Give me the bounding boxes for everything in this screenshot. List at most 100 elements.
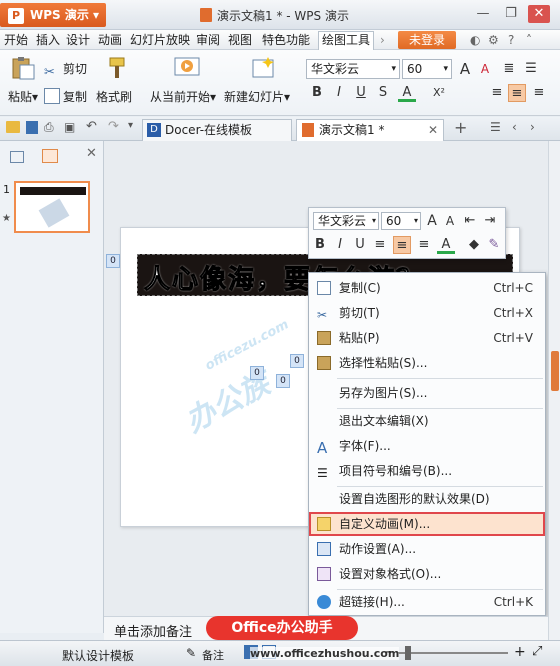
login-button[interactable]: 未登录	[398, 31, 456, 49]
save-icon[interactable]	[26, 121, 38, 134]
tab-presentation[interactable]: 演示文稿1 * ✕	[296, 119, 444, 141]
clear-format-icon[interactable]: ≣	[500, 60, 518, 78]
redo-icon[interactable]: ↷	[108, 119, 119, 134]
selection-handle[interactable]: 0	[250, 366, 264, 380]
shrink-font-icon[interactable]: A	[441, 212, 459, 230]
notes-icon[interactable]: ✎	[186, 646, 196, 660]
menu-design[interactable]: 设计	[66, 32, 90, 48]
more-menu-icon[interactable]: ›	[380, 32, 385, 48]
bold-icon[interactable]: B	[308, 84, 326, 102]
scrollbar-thumb[interactable]	[551, 351, 559, 391]
copy-button[interactable]: 复制	[44, 88, 87, 105]
align-left-icon[interactable]: ≡	[371, 236, 389, 254]
print-icon[interactable]: ⎙	[44, 120, 54, 135]
decrease-indent-icon[interactable]: ⇤	[461, 212, 479, 230]
underline-icon[interactable]: U	[352, 84, 370, 102]
menu-animation[interactable]: 动画	[98, 32, 122, 48]
menu-review[interactable]: 审阅	[196, 32, 220, 48]
play-from-current-button[interactable]: 从当前开始▾	[150, 88, 216, 105]
tab-scroll-left-icon[interactable]: ‹	[512, 120, 517, 134]
zoom-out-icon[interactable]: −	[384, 645, 395, 660]
new-tab-button[interactable]: +	[454, 118, 467, 137]
font-color-icon[interactable]: A	[437, 236, 455, 254]
bold-icon[interactable]: B	[311, 236, 329, 254]
paste-button[interactable]: 粘贴▾	[8, 88, 38, 105]
italic-icon[interactable]: I	[330, 84, 348, 102]
new-slide-button[interactable]: 新建幻灯片▾	[224, 88, 290, 105]
design-template-status[interactable]: 默认设计模板	[62, 647, 134, 664]
menu-item-action-settings[interactable]: 动作设置(A)...	[309, 537, 545, 561]
underline-icon[interactable]: U	[351, 236, 369, 254]
menu-item-custom-animation[interactable]: 自定义动画(M)...	[309, 512, 545, 536]
cut-button[interactable]: ✂ 剪切	[44, 60, 87, 81]
selection-handle[interactable]: 0	[106, 254, 120, 268]
maximize-button[interactable]: ❐	[500, 5, 522, 23]
format-painter-button[interactable]: 格式刷	[96, 88, 132, 105]
help-icon[interactable]: ?	[508, 32, 514, 48]
menu-item-exit-text-edit[interactable]: 退出文本编辑(X)	[309, 409, 545, 433]
fit-window-icon[interactable]: ⤢	[532, 644, 542, 659]
slide-thumbnail[interactable]	[14, 181, 90, 233]
superscript-icon[interactable]: X²	[430, 84, 448, 102]
slides-tab-icon[interactable]	[42, 149, 58, 163]
font-size-select[interactable]: 60 ▾	[402, 59, 452, 79]
zoom-slider[interactable]	[398, 652, 508, 654]
menu-item-paste[interactable]: 粘贴(P) Ctrl+V	[309, 326, 545, 350]
mini-font-select[interactable]: 华文彩云 ▾	[313, 212, 379, 230]
grow-font-icon[interactable]: A	[423, 212, 441, 230]
align-center-icon[interactable]: ≡	[393, 236, 411, 254]
menu-item-paste-special[interactable]: 选择性粘贴(S)...	[309, 351, 545, 375]
font-color-icon[interactable]: A	[398, 84, 416, 102]
grow-font-icon[interactable]: A	[456, 60, 474, 78]
mini-size-select[interactable]: 60 ▾	[381, 212, 421, 230]
menu-item-cut[interactable]: ✂ 剪切(T) Ctrl+X	[309, 301, 545, 325]
align-right-icon[interactable]: ≡	[415, 236, 433, 254]
tab-docer-templates[interactable]: D Docer-在线模板	[142, 119, 292, 141]
skin-icon[interactable]: ◐	[470, 32, 480, 48]
collapse-ribbon-icon[interactable]: ˄	[526, 32, 532, 48]
close-tab-icon[interactable]: ✕	[428, 120, 438, 140]
selection-handle[interactable]: 0	[276, 374, 290, 388]
menu-view[interactable]: 视图	[228, 32, 252, 48]
menu-slideshow[interactable]: 幻灯片放映	[130, 32, 190, 48]
vertical-scrollbar[interactable]	[548, 141, 560, 640]
list-view-icon[interactable]: ☰	[490, 120, 501, 134]
align-left-icon[interactable]: ≡	[488, 84, 506, 102]
menu-item-bullets[interactable]: ☰ 项目符号和编号(B)...	[309, 459, 545, 483]
menu-special[interactable]: 特色功能	[262, 32, 310, 48]
menu-item-copy[interactable]: 复制(C) Ctrl+C	[309, 276, 545, 300]
strikethrough-icon[interactable]: S	[374, 84, 392, 102]
undo-icon[interactable]: ↶	[86, 119, 97, 134]
print-preview-icon[interactable]: ▣	[64, 120, 75, 134]
app-menu-button[interactable]: P WPS 演示 ▾	[0, 3, 106, 27]
menu-item-font[interactable]: A 字体(F)...	[309, 434, 545, 458]
menu-item-save-as-picture[interactable]: 另存为图片(S)...	[309, 381, 545, 405]
zoom-slider-thumb[interactable]	[405, 646, 411, 660]
close-panel-icon[interactable]: ✕	[86, 146, 97, 161]
open-folder-icon[interactable]	[6, 121, 20, 133]
menu-item-default-shape-effect[interactable]: 设置自选图形的默认效果(D)	[309, 487, 545, 511]
tab-scroll-right-icon[interactable]: ›	[530, 120, 535, 134]
line-spacing-icon[interactable]: ☰	[522, 60, 540, 78]
font-name-select[interactable]: 华文彩云 ▾	[306, 59, 400, 79]
shrink-font-icon[interactable]: A	[476, 60, 494, 78]
zoom-in-icon[interactable]: +	[514, 644, 526, 660]
format-painter-icon[interactable]: ✎	[485, 236, 503, 254]
menu-home[interactable]: 开始	[4, 32, 28, 48]
outline-tab-icon[interactable]	[10, 151, 24, 163]
notes-toggle[interactable]: 备注	[202, 647, 224, 663]
increase-indent-icon[interactable]: ⇥	[481, 212, 499, 230]
shape-fill-icon[interactable]: ◆	[465, 236, 483, 254]
close-window-button[interactable]: ✕	[528, 5, 550, 23]
settings-icon[interactable]: ⚙	[488, 32, 499, 48]
menu-drawing-tools[interactable]: 绘图工具	[318, 31, 375, 50]
minimize-button[interactable]: —	[472, 5, 494, 23]
quick-access-dropdown-icon[interactable]: ▾	[128, 120, 133, 131]
selection-handle[interactable]: 0	[290, 354, 304, 368]
align-right-icon[interactable]: ≡	[530, 84, 548, 102]
align-center-icon[interactable]: ≡	[508, 84, 526, 102]
menu-item-hyperlink[interactable]: 超链接(H)... Ctrl+K	[309, 590, 545, 614]
menu-insert[interactable]: 插入	[36, 32, 60, 48]
italic-icon[interactable]: I	[331, 236, 349, 254]
menu-item-format-object[interactable]: 设置对象格式(O)...	[309, 562, 545, 586]
